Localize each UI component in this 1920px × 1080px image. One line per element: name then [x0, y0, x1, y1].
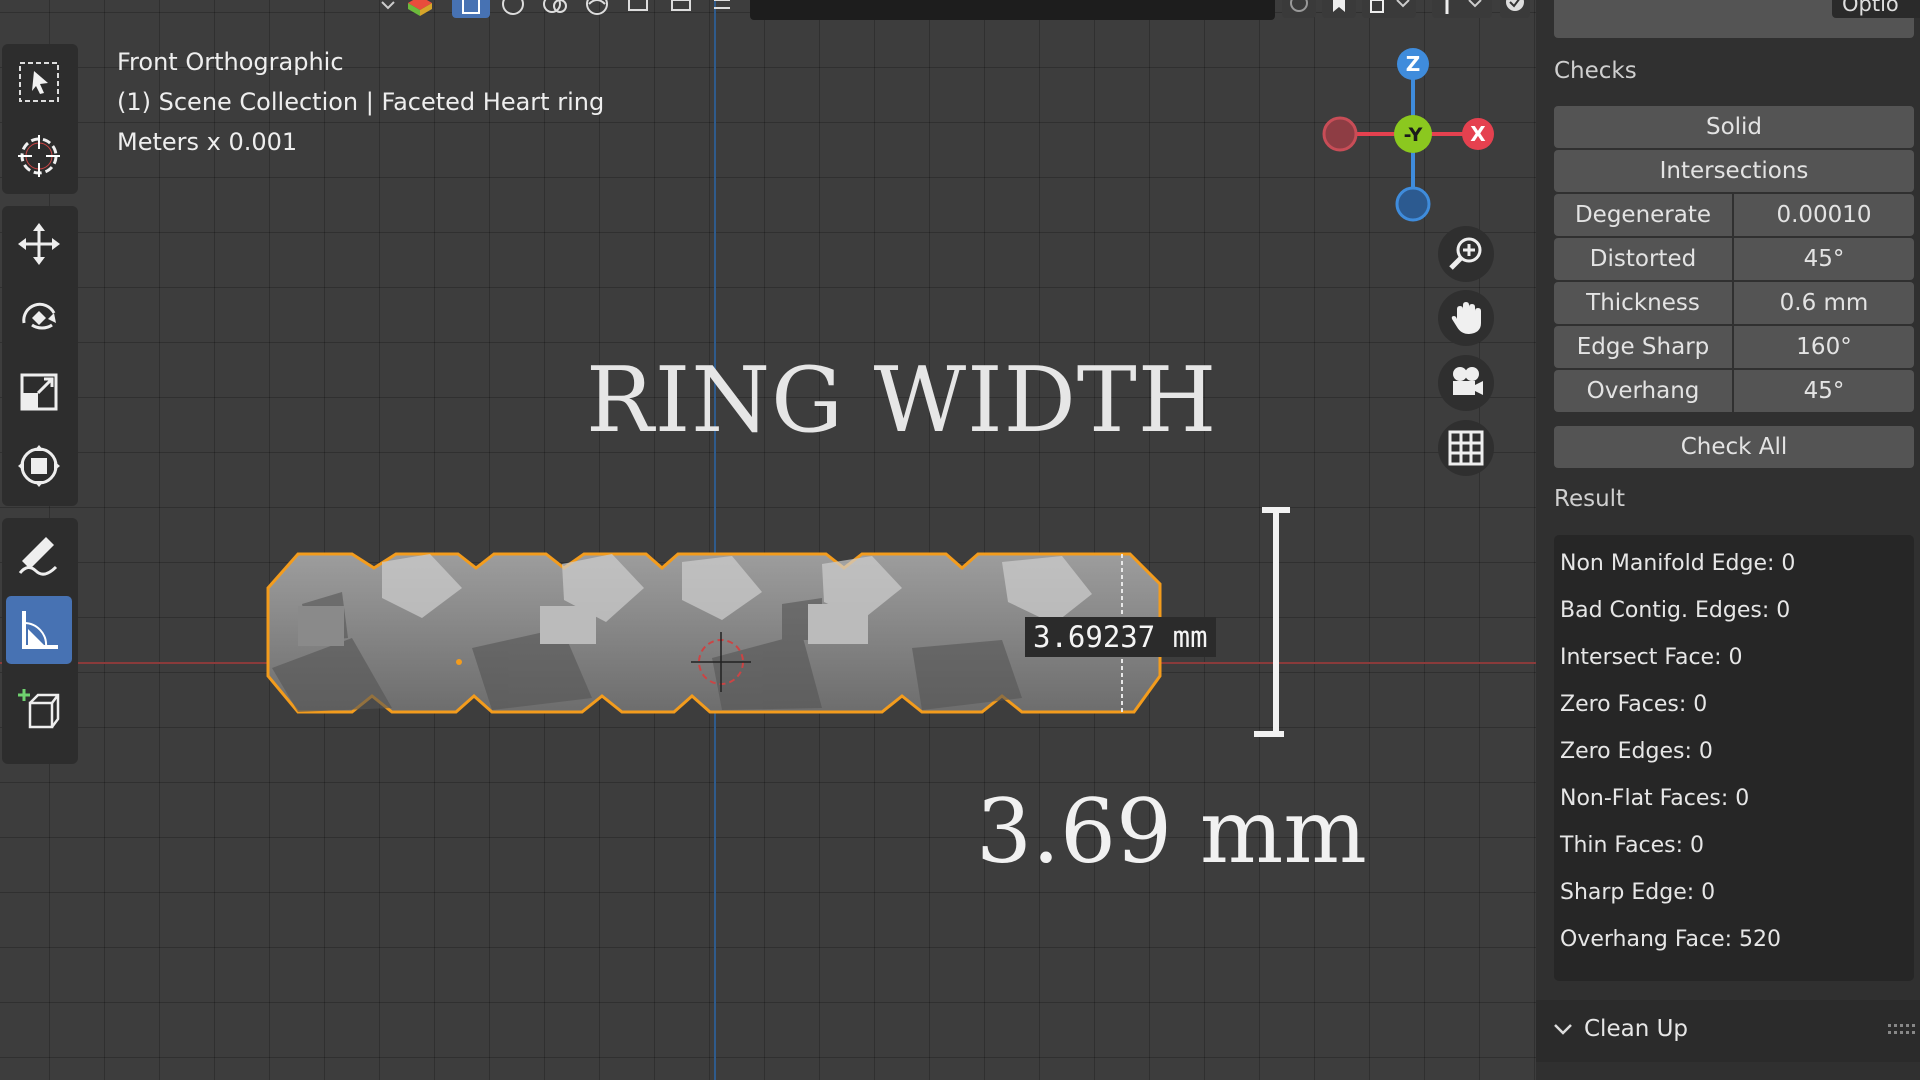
degenerate-field[interactable]: 0.00010	[1734, 194, 1914, 236]
gizmo-x-label: X	[1470, 122, 1486, 146]
distorted-row: Distorted 45°	[1554, 238, 1914, 280]
collection-label: (1) Scene Collection | Faceted Heart rin…	[117, 88, 605, 116]
proportional-icon[interactable]	[1432, 0, 1492, 18]
navigation-gizmo[interactable]: Z X -Y	[1318, 44, 1508, 224]
disabled-toggle-icon[interactable]	[1282, 0, 1316, 18]
cleanup-subpanel-header[interactable]: Clean Up	[1536, 1000, 1920, 1062]
options-button[interactable]: Optio	[1832, 0, 1920, 18]
toolbar-group-select	[2, 44, 78, 194]
3d-print-toolbox-panel: Optio Checks Solid Intersections Degener…	[1536, 0, 1920, 1080]
toolbar-group-annotate	[2, 518, 78, 764]
measure-readout: 3.69237 mm	[1025, 617, 1216, 657]
add-cube-icon[interactable]	[6, 676, 72, 744]
result-header: Result	[1554, 486, 1626, 512]
result-item[interactable]: Bad Contig. Edges: 0	[1560, 598, 1790, 623]
overhang-field[interactable]: 45°	[1734, 370, 1914, 412]
solid-button[interactable]: Solid	[1554, 106, 1914, 148]
edge-sharp-row: Edge Sharp 160°	[1554, 326, 1914, 368]
viewport-shading-icon[interactable]	[496, 0, 530, 18]
editor-icon[interactable]	[622, 0, 656, 18]
view-name-label: Front Orthographic	[117, 48, 344, 76]
edge-sharp-field[interactable]: 160°	[1734, 326, 1914, 368]
overlay-icon[interactable]	[538, 0, 572, 18]
viewport-header	[0, 0, 1536, 22]
pan-hand-icon[interactable]	[1438, 290, 1494, 346]
degenerate-button[interactable]: Degenerate	[1554, 194, 1732, 236]
3d-viewport[interactable]: Front Orthographic (1) Scene Collection …	[0, 0, 1536, 1080]
units-label: Meters x 0.001	[117, 128, 298, 156]
result-item[interactable]: Intersect Face: 0	[1560, 645, 1743, 670]
width-bracket-icon	[1254, 507, 1290, 737]
check-all-button[interactable]: Check All	[1554, 426, 1914, 468]
rotate-icon[interactable]	[6, 284, 72, 352]
zoom-icon[interactable]	[1438, 226, 1494, 282]
gizmo-y-label: -Y	[1404, 124, 1423, 146]
gizmo-neg-z[interactable]	[1395, 186, 1431, 222]
gizmo-z-label: Z	[1406, 52, 1421, 76]
select-box-icon[interactable]	[6, 48, 72, 116]
camera-icon[interactable]	[1438, 355, 1494, 411]
display-icon[interactable]	[664, 0, 698, 18]
degenerate-row: Degenerate 0.00010	[1554, 194, 1914, 236]
thickness-field[interactable]: 0.6 mm	[1734, 282, 1914, 324]
result-item[interactable]: Non Manifold Edge: 0	[1560, 551, 1795, 576]
grid-icon[interactable]	[1438, 420, 1494, 476]
toolbar-group-transform	[2, 206, 78, 506]
overhang-row: Overhang 45°	[1554, 370, 1914, 412]
select-mode-icon[interactable]	[452, 0, 490, 18]
intersections-button[interactable]: Intersections	[1554, 150, 1914, 192]
ring-width-value: 3.69 mm	[976, 780, 1367, 883]
result-item[interactable]: Thin Faces: 0	[1560, 833, 1704, 858]
result-list: Non Manifold Edge: 0 Bad Contig. Edges: …	[1554, 535, 1914, 981]
z-axis-line	[714, 0, 716, 1080]
measure-icon[interactable]	[6, 596, 72, 664]
result-item[interactable]: Zero Faces: 0	[1560, 692, 1707, 717]
thickness-button[interactable]: Thickness	[1554, 282, 1732, 324]
check-shield-icon[interactable]	[1500, 0, 1530, 18]
distorted-button[interactable]: Distorted	[1554, 238, 1732, 280]
thickness-row: Thickness 0.6 mm	[1554, 282, 1914, 324]
object-origin	[456, 659, 462, 665]
cursor-icon[interactable]	[6, 122, 72, 190]
scale-icon[interactable]	[6, 358, 72, 426]
drag-handle-icon[interactable]	[1888, 1024, 1916, 1038]
annotate-icon[interactable]	[6, 522, 72, 590]
gizmo-neg-x[interactable]	[1322, 116, 1358, 152]
gizmo-color-icon[interactable]	[406, 0, 434, 18]
result-item[interactable]: Non-Flat Faces: 0	[1560, 786, 1749, 811]
xray-icon[interactable]	[580, 0, 614, 18]
overhang-button[interactable]: Overhang	[1554, 370, 1732, 412]
link-icon[interactable]	[706, 0, 740, 18]
search-field[interactable]	[750, 0, 1275, 20]
snap-icon[interactable]	[1362, 0, 1416, 18]
chevron-down-icon[interactable]	[378, 0, 398, 18]
ring-width-title: RING WIDTH	[586, 348, 1218, 453]
distorted-field[interactable]: 45°	[1734, 238, 1914, 280]
chevron-down-icon	[1554, 1024, 1572, 1035]
transform-icon[interactable]	[6, 432, 72, 500]
edge-sharp-button[interactable]: Edge Sharp	[1554, 326, 1732, 368]
checks-header: Checks	[1554, 58, 1637, 84]
result-item[interactable]: Sharp Edge: 0	[1560, 880, 1715, 905]
bookmark-icon[interactable]	[1322, 0, 1356, 18]
cleanup-label: Clean Up	[1584, 1016, 1689, 1042]
result-item[interactable]: Zero Edges: 0	[1560, 739, 1713, 764]
result-item[interactable]: Overhang Face: 520	[1560, 927, 1781, 952]
move-icon[interactable]	[6, 210, 72, 278]
